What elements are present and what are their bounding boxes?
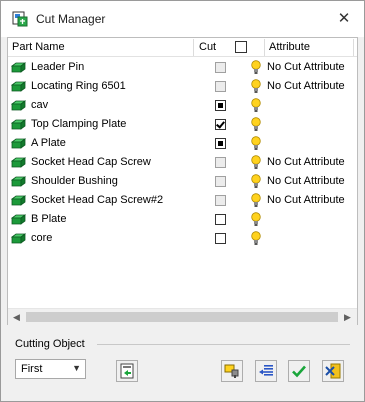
scroll-left-icon[interactable]: ◀	[8, 310, 25, 325]
solid-part-icon	[11, 214, 26, 225]
list-item[interactable]: Shoulder Bushing No Cut Attribute	[8, 172, 357, 191]
cut-checkbox	[215, 81, 226, 92]
solid-part-icon	[11, 176, 26, 187]
list-item[interactable]: Locating Ring 6501 No Cut Attribute	[8, 77, 357, 96]
solid-part-icon	[11, 81, 26, 92]
part-name: Socket Head Cap Screw#2	[31, 194, 164, 206]
group-divider	[97, 344, 350, 345]
list-item[interactable]: B Plate	[8, 210, 357, 229]
title-bar: Cut Manager ✕	[1, 1, 364, 37]
cutting-object-label: Cutting Object	[15, 338, 85, 350]
list-item[interactable]: cav	[8, 96, 357, 115]
attribute-text: No Cut Attribute	[267, 175, 345, 187]
cut-manager-app-icon	[12, 11, 28, 27]
attribute-light-button[interactable]	[221, 360, 243, 382]
solid-part-icon	[11, 195, 26, 206]
attribute-text: No Cut Attribute	[267, 61, 345, 73]
cutting-object-select[interactable]: First ▼	[15, 359, 86, 379]
scrollbar-thumb[interactable]	[26, 312, 338, 322]
list-header: Part Name Cut Attribute	[8, 38, 357, 57]
list-item[interactable]: A Plate	[8, 134, 357, 153]
lightbulb-icon[interactable]	[251, 136, 261, 151]
cut-checkbox	[215, 62, 226, 73]
lightbulb-icon[interactable]	[251, 231, 261, 246]
cut-checkbox[interactable]	[215, 233, 226, 244]
list-item[interactable]: core	[8, 229, 357, 248]
cut-all-checkbox[interactable]	[235, 41, 247, 53]
add-object-icon	[120, 363, 134, 379]
parts-list[interactable]: Part Name Cut Attribute Leader Pin No Cut…	[7, 37, 358, 325]
part-name: B Plate	[31, 213, 67, 225]
ok-button[interactable]	[288, 360, 310, 382]
solid-part-icon	[11, 62, 26, 73]
column-header-part-name[interactable]: Part Name	[12, 41, 65, 53]
solid-part-icon	[11, 119, 26, 130]
cancel-button[interactable]	[322, 360, 344, 382]
lightbulb-icon[interactable]	[251, 98, 261, 113]
part-name: A Plate	[31, 137, 66, 149]
window-title: Cut Manager	[36, 12, 106, 26]
lightbulb-icon[interactable]	[251, 174, 261, 189]
cut-checkbox[interactable]	[215, 119, 226, 130]
lightbulb-icon[interactable]	[251, 193, 261, 208]
attribute-text: No Cut Attribute	[267, 80, 345, 92]
chevron-down-icon: ▼	[72, 363, 81, 373]
cutting-object-panel: Cutting Object First ▼	[7, 327, 358, 395]
list-item[interactable]: Leader Pin No Cut Attribute	[8, 58, 357, 77]
part-name: Locating Ring 6501	[31, 80, 126, 92]
list-item[interactable]: Socket Head Cap Screw No Cut Attribute	[8, 153, 357, 172]
ok-check-icon	[292, 365, 306, 378]
column-header-cut[interactable]: Cut	[199, 41, 216, 53]
attribute-text: No Cut Attribute	[267, 156, 345, 168]
lightbulb-icon[interactable]	[251, 212, 261, 227]
list-rows: Leader Pin No Cut Attribute Locating Ring …	[8, 58, 357, 248]
lightbulb-icon[interactable]	[251, 117, 261, 132]
cut-manager-window: Cut Manager ✕ Part Name Cut Attribute Le…	[0, 0, 365, 402]
add-object-button[interactable]	[116, 360, 138, 382]
part-name: Top Clamping Plate	[31, 118, 127, 130]
cut-checkbox	[215, 176, 226, 187]
solid-part-icon	[11, 233, 26, 244]
cut-checkbox[interactable]	[215, 214, 226, 225]
column-divider[interactable]	[353, 39, 354, 56]
list-swap-icon	[259, 365, 273, 376]
cut-checkbox	[215, 195, 226, 206]
cancel-icon	[325, 363, 341, 379]
cut-checkbox	[215, 157, 226, 168]
lightbulb-icon[interactable]	[251, 155, 261, 170]
part-name: Shoulder Bushing	[31, 175, 118, 187]
solid-part-icon	[11, 100, 26, 111]
attribute-light-icon	[224, 364, 239, 378]
column-header-attribute[interactable]: Attribute	[269, 41, 310, 53]
cut-checkbox[interactable]	[215, 100, 226, 111]
attribute-text: No Cut Attribute	[267, 194, 345, 206]
lightbulb-icon[interactable]	[251, 79, 261, 94]
close-icon[interactable]: ✕	[335, 10, 353, 28]
part-name: Socket Head Cap Screw	[31, 156, 151, 168]
part-name: core	[31, 232, 53, 244]
cut-checkbox[interactable]	[215, 138, 226, 149]
part-name: Leader Pin	[31, 61, 85, 73]
lightbulb-icon[interactable]	[251, 60, 261, 75]
part-name: cav	[31, 99, 49, 111]
column-divider[interactable]	[264, 39, 265, 56]
cutting-object-value: First	[21, 363, 43, 375]
column-divider[interactable]	[193, 39, 194, 56]
horizontal-scrollbar[interactable]: ◀ ▶	[8, 308, 357, 325]
scroll-right-icon[interactable]: ▶	[339, 310, 356, 325]
list-item[interactable]: Top Clamping Plate	[8, 115, 357, 134]
list-item[interactable]: Socket Head Cap Screw#2 No Cut Attribute	[8, 191, 357, 210]
solid-part-icon	[11, 157, 26, 168]
solid-part-icon	[11, 138, 26, 149]
list-swap-button[interactable]	[255, 360, 277, 382]
